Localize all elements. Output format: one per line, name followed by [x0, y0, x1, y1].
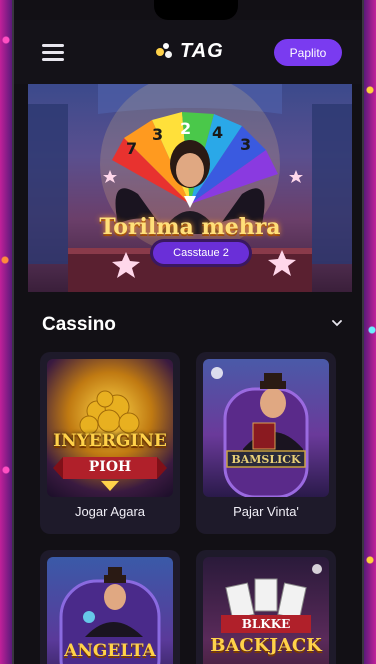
- game-artwork: [211, 367, 309, 497]
- game-thumb-subtitle: PIOH: [88, 459, 132, 475]
- hero-title: Torilma mehra: [99, 214, 281, 240]
- game-card[interactable]: ANGELTA: [40, 550, 180, 664]
- wheel-number: 2: [180, 119, 191, 138]
- brand-logo[interactable]: TAG: [156, 38, 224, 64]
- phone-notch: [154, 0, 238, 20]
- logo-text: TAG: [180, 39, 224, 62]
- section-header: Cassino: [14, 292, 362, 352]
- game-thumbnail: BLKKE BACKJACK: [203, 557, 329, 664]
- chevron-down-icon[interactable]: [332, 318, 342, 328]
- game-name: Jogar Agara: [74, 504, 146, 519]
- game-thumbnail: ANGELTA: [47, 557, 173, 664]
- game-thumb-title: INYERGINE: [53, 431, 167, 451]
- game-thumbnail: BAMSLICK: [203, 359, 329, 497]
- wheel-number: 3: [240, 135, 251, 154]
- game-card[interactable]: BLKKE BACKJACK: [196, 550, 336, 664]
- phone-frame: TAG Paplito 7 3 2 4 3 Torilma mehra Cass…: [12, 0, 364, 664]
- game-card[interactable]: INYERGINE PIOH Jogar Agara: [40, 352, 180, 534]
- game-name: Pajar Vinta': [233, 504, 299, 519]
- header-cta-button[interactable]: Paplito: [274, 39, 342, 66]
- wheel-number: 7: [126, 139, 137, 158]
- top-bar: TAG Paplito: [14, 20, 362, 84]
- game-thumb-title: BAMSLICK: [231, 453, 301, 466]
- hero-banner[interactable]: 7 3 2 4 3 Torilma mehra Casstaue 2: [28, 84, 352, 292]
- game-thumb-subtitle: BACKJACK: [210, 635, 322, 656]
- hero-button[interactable]: Casstaue 2: [153, 242, 249, 264]
- game-card[interactable]: BAMSLICK Pajar Vinta': [196, 352, 336, 534]
- game-artwork: [53, 390, 167, 491]
- game-thumbnail: INYERGINE PIOH: [47, 359, 173, 497]
- section-title: Cassino: [42, 314, 116, 335]
- hamburger-menu-icon[interactable]: [42, 44, 64, 61]
- logo-dots-icon: [156, 41, 176, 61]
- game-thumb-title: ANGELTA: [64, 641, 156, 661]
- wheel-number: 4: [212, 123, 223, 142]
- game-thumb-title: BLKKE: [241, 617, 291, 631]
- wheel-number: 3: [152, 125, 163, 144]
